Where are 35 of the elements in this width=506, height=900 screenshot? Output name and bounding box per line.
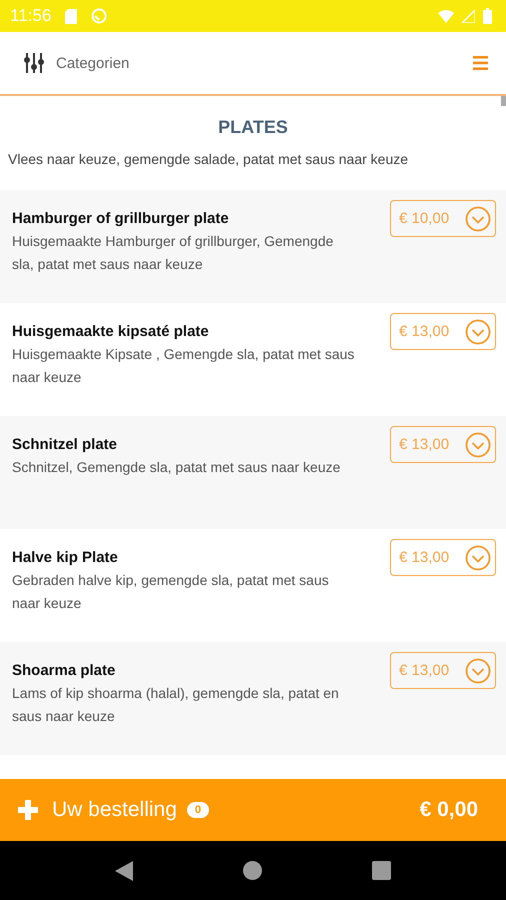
item-description: Huisgemaakte Kipsate , Gemengde sla, patat met saus naar keuze	[12, 345, 356, 387]
item-name: Shoarma plate	[12, 662, 116, 679]
circle-icon	[91, 8, 108, 24]
item-name: Schnitzel plate	[12, 436, 118, 453]
menu-item-card[interactable]: Schnitzel plate Schnitzel, Gemengde sla, patat met saus naar keuze € 13,00	[0, 416, 506, 529]
section-description: Vlees naar keuze, gemengde salade, patat met saus naar keuze	[7, 150, 410, 169]
clock: 11:56	[10, 6, 52, 26]
item-description: Huisgemaakte Hamburger of grillburger, Gemengde sla, patat met saus naar keuze	[12, 232, 334, 274]
item-name: Halve kip Plate	[12, 549, 119, 566]
order-total: € 0,00	[420, 798, 478, 822]
item-description: Lams of kip shoarma (halal), gemengde sla, patat en saus naar keuze	[12, 684, 340, 726]
order-count-badge: 0	[186, 802, 210, 818]
chevron-down-icon	[465, 658, 491, 684]
sliders-icon	[24, 52, 44, 74]
menu-item-card[interactable]: Shoarma plate Lams of kip shoarma (halal), gemengde sla, patat en saus naar keuze € 13,00	[0, 642, 506, 755]
menu-icon[interactable]	[473, 56, 488, 70]
chevron-down-icon	[465, 544, 491, 570]
chevron-down-icon	[465, 206, 491, 232]
signal-icon	[462, 10, 475, 22]
wifi-icon	[438, 10, 454, 22]
sd-card-icon	[65, 8, 78, 24]
section-title: PLATES	[217, 116, 289, 139]
item-name: Hamburger of grillburger plate	[12, 210, 230, 227]
home-icon[interactable]	[243, 861, 262, 880]
plus-icon	[18, 800, 38, 820]
chevron-down-icon	[465, 318, 491, 344]
categories-button[interactable]: Categorien	[24, 52, 130, 74]
menu-item-card[interactable]: Hamburger of grillburger plate Huisgemaakte Hamburger of grillburger, Gemengde sla, patat met saus naar keuze € 10,00	[0, 190, 506, 303]
back-icon[interactable]	[115, 860, 133, 880]
battery-icon	[483, 8, 492, 24]
item-description: Schnitzel, Gemengde sla, patat met saus naar keuze	[12, 458, 342, 477]
order-label: Uw bestelling	[52, 798, 177, 822]
item-description: Gebraden halve kip, gemengde sla, patat met saus naar keuze	[12, 571, 330, 613]
item-name: Huisgemaakte kipsaté plate	[12, 323, 210, 340]
chevron-down-icon	[465, 432, 491, 458]
